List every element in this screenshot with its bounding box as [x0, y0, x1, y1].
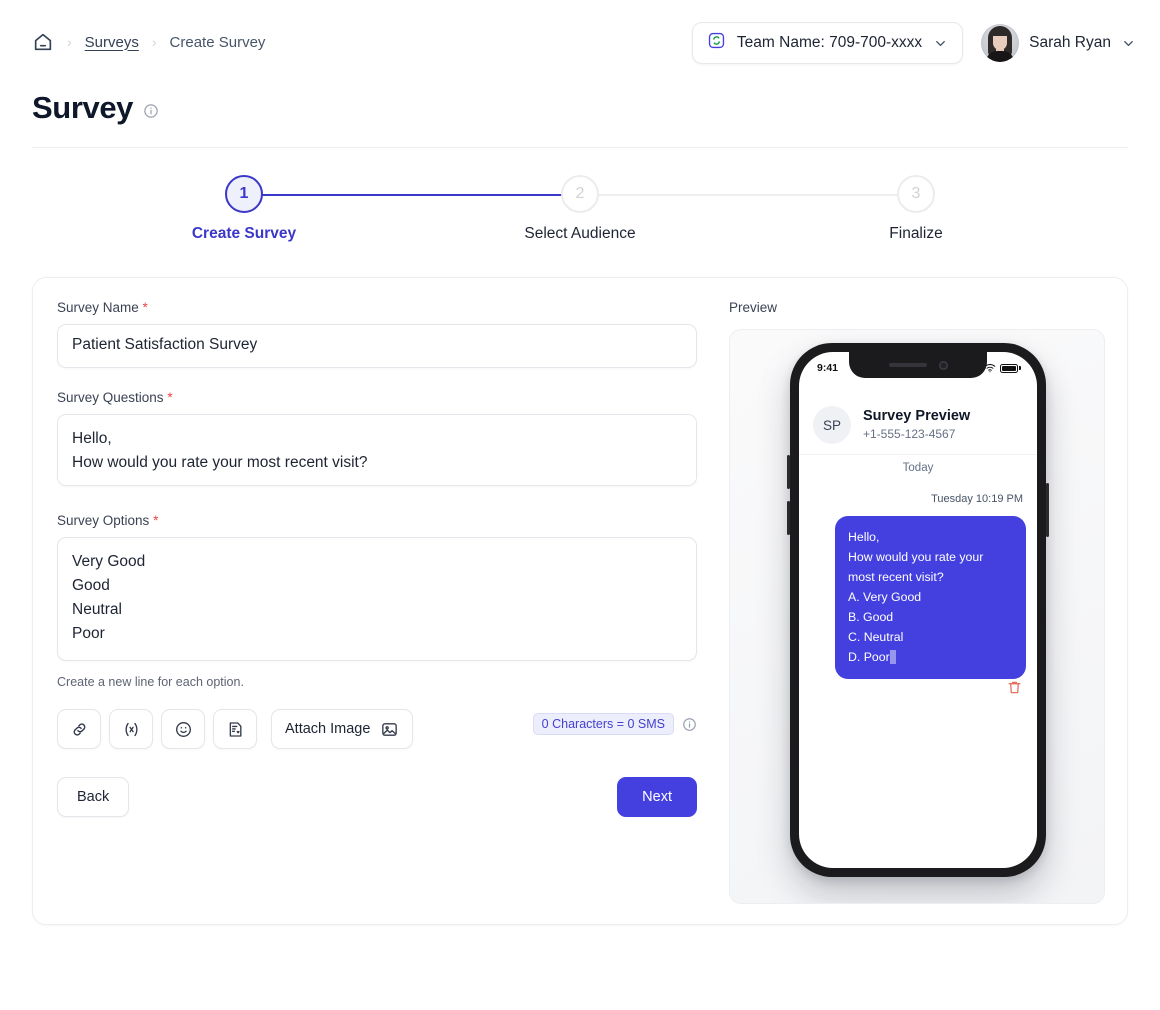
- contact-name: Survey Preview: [863, 407, 971, 424]
- phone-mockup: 9:41 SP Survey Preview +1-555-123-4567 T…: [787, 343, 1049, 877]
- breadcrumb-separator-2: ›: [151, 34, 157, 50]
- chat-header-divider: [799, 454, 1037, 455]
- next-button[interactable]: Next: [617, 777, 697, 817]
- day-separator: Today: [902, 462, 934, 474]
- attach-image-label: Attach Image: [285, 721, 371, 737]
- back-button[interactable]: Back: [57, 777, 130, 817]
- page-title: Survey: [32, 90, 133, 125]
- survey-create-page: › Surveys › Create Survey Team Name: 709…: [0, 0, 1160, 1010]
- survey-options-label-text: Survey Options: [57, 513, 150, 528]
- camera-icon: [938, 360, 948, 370]
- stepper-step-label: Create Survey: [191, 225, 297, 242]
- message-line: most recent visit?: [848, 570, 944, 584]
- phone-power-button: [1046, 483, 1049, 537]
- required-asterisk: *: [142, 300, 148, 315]
- user-menu[interactable]: Sarah Ryan: [981, 24, 1136, 62]
- message-bubble: Hello, How would you rate your most rece…: [835, 516, 1026, 679]
- breadcrumb-separator-1: ›: [67, 34, 72, 50]
- survey-name-label-text: Survey Name: [57, 300, 139, 315]
- info-icon[interactable]: [143, 103, 159, 119]
- text-cursor: [889, 650, 896, 664]
- survey-name-label: Survey Name *: [57, 300, 697, 315]
- stepper-step-create-survey[interactable]: 1 Create Survey: [144, 175, 344, 243]
- trash-icon[interactable]: [1006, 679, 1023, 696]
- stepper-step-number: 1: [225, 175, 263, 213]
- stepper-step-label: Finalize: [889, 225, 943, 242]
- survey-name-input[interactable]: [57, 324, 697, 368]
- template-button[interactable]: [213, 709, 257, 749]
- avatar: [981, 24, 1020, 62]
- breadcrumb-link-surveys[interactable]: Surveys: [85, 34, 139, 51]
- stepper-step-select-audience[interactable]: 2 Select Audience: [480, 175, 680, 243]
- attach-image-button[interactable]: Attach Image: [271, 709, 414, 749]
- info-icon[interactable]: [682, 717, 697, 732]
- emoji-button[interactable]: [161, 709, 205, 749]
- stepper-step-number: 3: [897, 175, 935, 213]
- survey-options-helper: Create a new line for each option.: [57, 675, 244, 689]
- survey-questions-label-text: Survey Questions: [57, 390, 164, 405]
- delete-message-row: [1006, 679, 1023, 696]
- survey-options-textarea[interactable]: [57, 537, 697, 661]
- page-title-row: Survey: [32, 90, 159, 126]
- image-icon: [382, 722, 398, 736]
- form-column: Survey Name * Survey Questions * Survey …: [57, 300, 697, 817]
- required-asterisk: *: [167, 390, 173, 405]
- top-bar-right: Team Name: 709-700-xxxx Sarah Ryan: [691, 22, 1136, 64]
- survey-form-card: Survey Name * Survey Questions * Survey …: [32, 277, 1128, 925]
- breadcrumb: › Surveys › Create Survey: [32, 31, 265, 53]
- sms-counter-group: 0 Characters = 0 SMS: [532, 713, 697, 735]
- stepper-step-number: 2: [561, 175, 599, 213]
- survey-options-label: Survey Options *: [57, 513, 697, 528]
- contact-phone: +1-555-123-4567: [863, 427, 956, 442]
- stepper-connector-1-2: [244, 194, 580, 196]
- insert-link-button[interactable]: [57, 709, 101, 749]
- top-bar: › Surveys › Create Survey Team Name: 709…: [0, 0, 1160, 84]
- speaker-icon: [888, 363, 927, 367]
- chat-header: SP Survey Preview +1-555-123-4567: [799, 396, 1037, 456]
- contact-info: Survey Preview +1-555-123-4567: [863, 407, 970, 444]
- phone-screen: 9:41 SP Survey Preview +1-555-123-4567 T…: [799, 352, 1037, 868]
- home-icon[interactable]: [32, 31, 54, 53]
- phone-preview-stage: 9:41 SP Survey Preview +1-555-123-4567 T…: [729, 329, 1105, 904]
- message-line-last: D. Poor: [848, 647, 1013, 667]
- message-line: A. Very Good: [848, 590, 922, 604]
- contact-avatar: SP: [813, 406, 851, 444]
- user-name: Sarah Ryan: [1029, 34, 1111, 51]
- chevron-down-icon: [1124, 40, 1133, 46]
- preview-column: Preview 9:41 SP Survey Preview +1-555-12…: [729, 300, 1105, 904]
- phone-notch: [849, 352, 987, 378]
- breadcrumb-current: Create Survey: [169, 33, 266, 51]
- link-icon: [73, 722, 85, 736]
- variable-x-icon: [125, 722, 137, 736]
- team-selector-label: Team Name: 709-700-xxxx: [736, 34, 923, 51]
- survey-questions-textarea[interactable]: [57, 414, 697, 486]
- preview-label: Preview: [729, 300, 778, 315]
- stepper-step-finalize[interactable]: 3 Finalize: [816, 175, 1016, 243]
- editor-toolbar: Attach Image 0 Characters = 0 SMS: [57, 709, 697, 749]
- form-actions: Back Next: [57, 777, 697, 817]
- team-sync-icon: [707, 31, 726, 55]
- survey-questions-label: Survey Questions *: [57, 390, 697, 405]
- document-heart-icon: [229, 721, 241, 737]
- required-asterisk: *: [153, 513, 159, 528]
- chevron-down-icon: [936, 40, 946, 46]
- message-line: C. Neutral: [848, 630, 904, 644]
- message-line: How would you rate your: [848, 550, 984, 564]
- status-time: 9:41: [817, 362, 839, 374]
- message-line: B. Good: [848, 610, 894, 624]
- title-divider: [32, 147, 1128, 148]
- merge-field-button[interactable]: [109, 709, 153, 749]
- stepper-step-label: Select Audience: [524, 225, 636, 242]
- smiley-icon: [175, 721, 191, 737]
- battery-icon: [1000, 363, 1021, 373]
- stepper-connector-2-3: [580, 194, 916, 196]
- message-line: Hello,: [848, 530, 880, 544]
- team-selector[interactable]: Team Name: 709-700-xxxx: [691, 22, 964, 64]
- progress-stepper: 1 Create Survey 2 Select Audience 3 Fina…: [32, 175, 1128, 265]
- sms-counter-badge: 0 Characters = 0 SMS: [532, 713, 674, 735]
- message-timestamp: Tuesday 10:19 PM: [931, 493, 1023, 505]
- message-line: D. Poor: [848, 650, 890, 664]
